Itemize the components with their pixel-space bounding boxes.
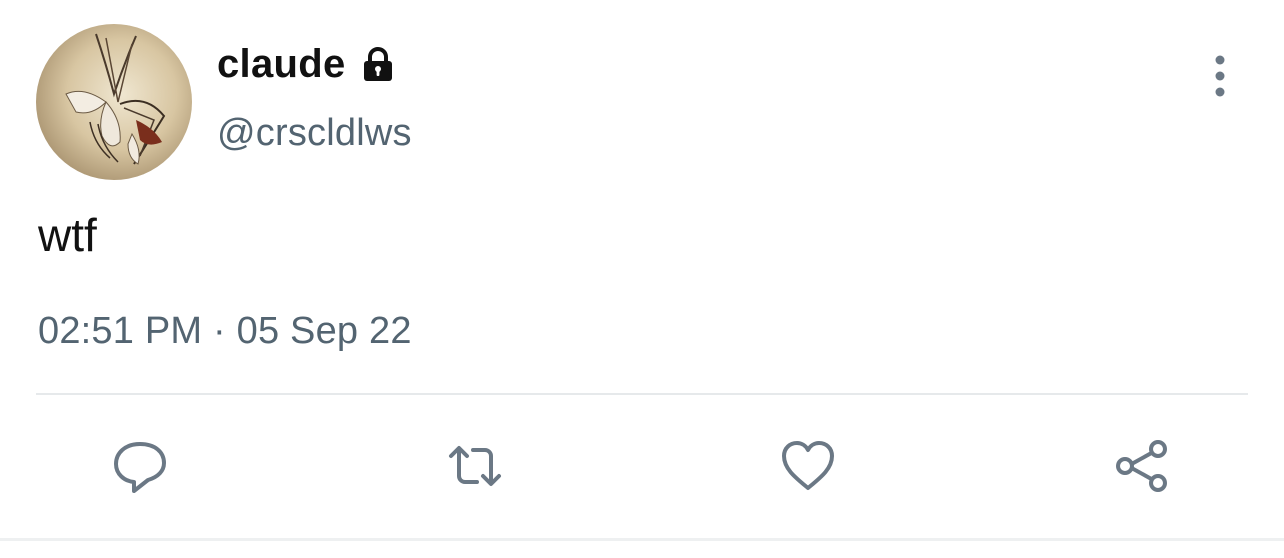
lock-icon xyxy=(358,45,398,85)
reply-button[interactable] xyxy=(108,434,172,498)
avatar[interactable] xyxy=(36,24,192,180)
share-icon xyxy=(1116,440,1167,492)
tweet-card: claude @crscldlws wtf 02:51 PM · 05 Sep … xyxy=(0,0,1284,558)
display-name[interactable]: claude xyxy=(217,42,346,87)
heart-icon xyxy=(782,441,834,490)
more-options-button[interactable] xyxy=(1198,52,1242,100)
tweet-timestamp[interactable]: 02:51 PM · 05 Sep 22 xyxy=(38,310,412,353)
share-button[interactable] xyxy=(1110,434,1174,498)
user-handle[interactable]: @crscldlws xyxy=(217,112,412,155)
retweet-button[interactable] xyxy=(443,434,507,498)
reply-icon xyxy=(114,442,166,493)
retweet-icon xyxy=(449,446,501,486)
avatar-illustration xyxy=(65,33,166,165)
more-vertical-icon xyxy=(1215,55,1225,97)
author-row: claude xyxy=(217,42,398,87)
divider xyxy=(36,393,1248,395)
bottom-divider xyxy=(0,538,1284,541)
tweet-text: wtf xyxy=(38,209,97,261)
like-button[interactable] xyxy=(776,434,840,498)
